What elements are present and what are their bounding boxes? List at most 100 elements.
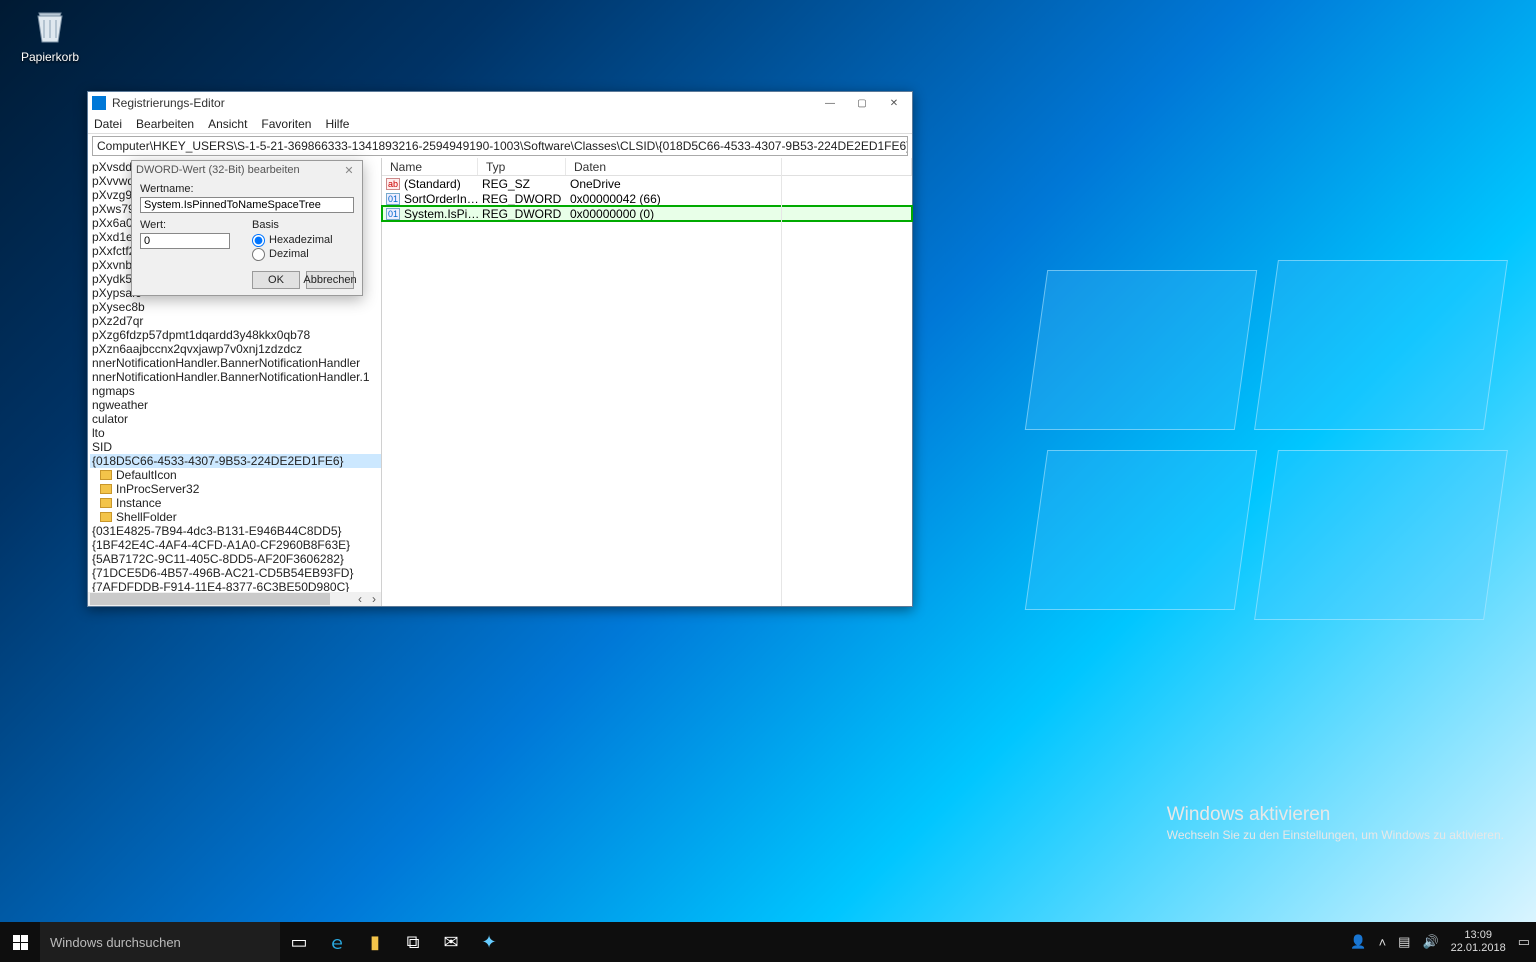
tree-item[interactable]: pXz2d7qr (90, 314, 381, 328)
tree-item[interactable]: {1BF42E4C-4AF4-4CFD-A1A0-CF2960B8F63E} (90, 538, 381, 552)
cell-name: (Standard) (404, 177, 482, 191)
scroll-right-icon[interactable]: › (367, 592, 381, 606)
radio-dez[interactable]: Dezimal (252, 247, 354, 261)
cell-name: System.IsPinnedTo... (404, 207, 482, 221)
wert-input[interactable] (140, 233, 230, 249)
taskbar-clock[interactable]: 13:09 22.01.2018 (1451, 929, 1506, 955)
title-bar[interactable]: Registrierungs-Editor — ▢ ✕ (88, 92, 912, 114)
tree-item[interactable]: pXysec8b (90, 300, 381, 314)
dialog-title-bar[interactable]: DWORD-Wert (32-Bit) bearbeiten ✕ (132, 161, 362, 179)
tree-item[interactable]: pXzn6aajbccnx2qvxjawp7v0xnj1zdzdcz (90, 342, 381, 356)
menu-bar: Datei Bearbeiten Ansicht Favoriten Hilfe (88, 114, 912, 134)
folder-icon (100, 512, 112, 522)
cell-typ: REG_DWORD (482, 207, 570, 221)
app-icon-taskbar[interactable]: ✦ (470, 922, 508, 962)
address-text: Computer\HKEY_USERS\S-1-5-21-369866333-1… (97, 139, 908, 153)
values-panel[interactable]: Name Typ Daten ab(Standard)REG_SZOneDriv… (382, 158, 912, 606)
cell-data: 0x00000042 (66) (570, 192, 912, 206)
edit-dword-dialog: DWORD-Wert (32-Bit) bearbeiten ✕ Wertnam… (131, 160, 363, 296)
wert-label: Wert: (140, 219, 242, 231)
cell-data: 0x00000000 (0) (570, 207, 912, 221)
cell-name: SortOrderIndex (404, 192, 482, 206)
recycle-bin-label: Papierkorb (18, 50, 82, 64)
tree-item[interactable]: pXzg6fdzp57dpmt1dqardd3y48kkx0qb78 (90, 328, 381, 342)
clock-time: 13:09 (1451, 929, 1506, 942)
tray-chevron-icon[interactable]: ˄ (1379, 935, 1387, 950)
edge-icon[interactable]: ｅ (318, 922, 356, 962)
reg-dword-icon: 01 (386, 208, 400, 220)
value-row[interactable]: 01 System.IsPinnedTo...REG_DWORD0x0000000… (382, 206, 912, 221)
list-header: Name Typ Daten (382, 158, 912, 176)
value-row[interactable]: ab(Standard)REG_SZOneDrive (382, 176, 912, 191)
cell-data: OneDrive (570, 177, 912, 191)
menu-favoriten[interactable]: Favoriten (261, 117, 311, 131)
tree-item[interactable]: lto (90, 426, 381, 440)
recycle-bin-icon (30, 6, 70, 46)
file-explorer-icon[interactable]: ▮ (356, 922, 394, 962)
col-typ[interactable]: Typ (478, 158, 566, 175)
task-view-button[interactable]: ▭ (280, 922, 318, 962)
tree-item[interactable]: {031E4825-7B94-4dc3-B131-E946B44C8DD5} (90, 524, 381, 538)
address-bar[interactable]: Computer\HKEY_USERS\S-1-5-21-369866333-1… (92, 136, 908, 156)
folder-icon (100, 484, 112, 494)
close-button[interactable]: ✕ (878, 92, 910, 114)
wertname-input[interactable] (140, 197, 354, 213)
wertname-label: Wertname: (140, 183, 354, 195)
menu-bearbeiten[interactable]: Bearbeiten (136, 117, 194, 131)
menu-ansicht[interactable]: Ansicht (208, 117, 247, 131)
clock-date: 22.01.2018 (1451, 942, 1506, 955)
reg-sz-icon: ab (386, 178, 400, 190)
start-button[interactable] (0, 922, 40, 962)
tree-item[interactable]: ngweather (90, 398, 381, 412)
taskbar: Windows durchsuchen ▭ ｅ ▮ ⧉ ✉ ✦ 👤 ˄ ▤ 🔊 … (0, 922, 1536, 962)
volume-icon[interactable]: 🔊 (1422, 934, 1438, 950)
search-placeholder: Windows durchsuchen (50, 935, 181, 950)
tree-item[interactable]: ngmaps (90, 384, 381, 398)
list-divider (781, 158, 782, 606)
activation-watermark: Windows aktivieren Wechseln Sie zu den E… (1167, 804, 1504, 842)
menu-hilfe[interactable]: Hilfe (325, 117, 349, 131)
dialog-close-button[interactable]: ✕ (340, 164, 358, 177)
tree-item[interactable]: {018D5C66-4533-4307-9B53-224DE2ED1FE6} (90, 454, 381, 468)
app-icon (92, 96, 106, 110)
mail-icon[interactable]: ✉ (432, 922, 470, 962)
scroll-left-icon[interactable]: ‹ (353, 592, 367, 606)
tree-subkey[interactable]: Instance (90, 496, 381, 510)
cell-typ: REG_DWORD (482, 192, 570, 206)
folder-icon (100, 498, 112, 508)
col-name[interactable]: Name (382, 158, 478, 175)
tree-subkey[interactable]: InProcServer32 (90, 482, 381, 496)
dialog-title: DWORD-Wert (32-Bit) bearbeiten (136, 164, 340, 176)
watermark-subtitle: Wechseln Sie zu den Einstellungen, um Wi… (1167, 828, 1504, 842)
scrollbar-thumb[interactable] (90, 593, 330, 605)
system-tray: 👤 ˄ ▤ 🔊 13:09 22.01.2018 ▭ (1344, 922, 1536, 962)
tree-subkey[interactable]: ShellFolder (90, 510, 381, 524)
ok-button[interactable]: OK (252, 271, 300, 289)
cancel-button[interactable]: Abbrechen (306, 271, 354, 289)
menu-datei[interactable]: Datei (94, 117, 122, 131)
network-icon[interactable]: ▤ (1398, 934, 1410, 950)
store-icon[interactable]: ⧉ (394, 922, 432, 962)
radio-hex-input[interactable] (252, 234, 265, 247)
tree-item[interactable]: {71DCE5D6-4B57-496B-AC21-CD5B54EB93FD} (90, 566, 381, 580)
taskbar-search[interactable]: Windows durchsuchen (40, 922, 280, 962)
tree-item[interactable]: {5AB7172C-9C11-405C-8DD5-AF20F3606282} (90, 552, 381, 566)
action-center-icon[interactable]: ▭ (1518, 934, 1530, 950)
tree-subkey[interactable]: DefaultIcon (90, 468, 381, 482)
col-daten[interactable]: Daten (566, 158, 912, 175)
basis-label: Basis (252, 219, 354, 231)
desktop-icon-recycle-bin[interactable]: Papierkorb (18, 6, 82, 64)
tree-item[interactable]: culator (90, 412, 381, 426)
tree-item[interactable]: nnerNotificationHandler.BannerNotificati… (90, 370, 381, 384)
wallpaper-windows-logo (1036, 260, 1496, 620)
tree-item[interactable]: nnerNotificationHandler.BannerNotificati… (90, 356, 381, 370)
window-title: Registrierungs-Editor (112, 96, 814, 110)
maximize-button[interactable]: ▢ (846, 92, 878, 114)
value-row[interactable]: 01SortOrderIndexREG_DWORD0x00000042 (66) (382, 191, 912, 206)
tree-item[interactable]: SID (90, 440, 381, 454)
people-icon[interactable]: 👤 (1350, 934, 1366, 950)
tree-h-scrollbar[interactable]: ‹› (88, 592, 381, 606)
radio-hex[interactable]: Hexadezimal (252, 233, 354, 247)
radio-dez-input[interactable] (252, 248, 265, 261)
minimize-button[interactable]: — (814, 92, 846, 114)
